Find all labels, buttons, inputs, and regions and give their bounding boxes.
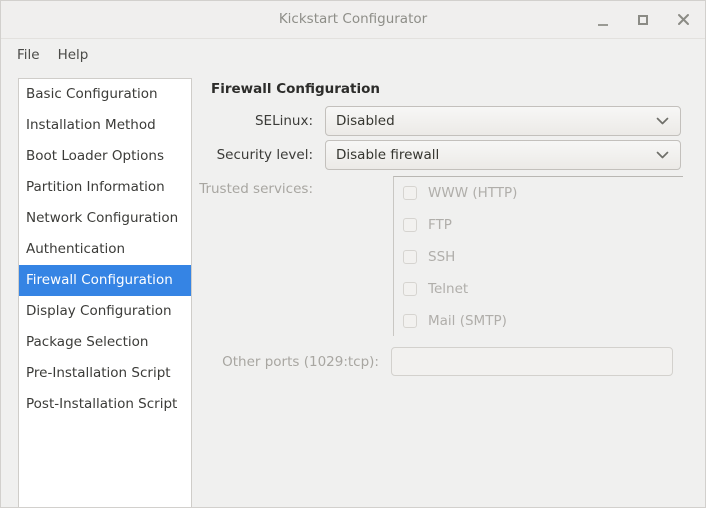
checkbox-ftp[interactable]: [403, 218, 417, 232]
other-ports-label: Other ports (1029:tcp):: [222, 353, 379, 370]
sidebar-item-firewall-configuration[interactable]: Firewall Configuration: [19, 265, 191, 296]
trusted-service-row[interactable]: FTP: [394, 209, 683, 241]
titlebar: Kickstart Configurator: [1, 1, 705, 39]
sidebar-item-basic-configuration[interactable]: Basic Configuration: [19, 79, 191, 110]
window-controls: [591, 1, 695, 38]
trusted-service-label: SSH: [428, 249, 456, 265]
other-ports-row: Other ports (1029:tcp):: [193, 347, 705, 376]
chevron-down-icon: [656, 117, 669, 125]
selinux-label: SELinux:: [254, 113, 313, 129]
sidebar-item-installation-method[interactable]: Installation Method: [19, 110, 191, 141]
trusted-service-row[interactable]: WWW (HTTP): [394, 177, 683, 209]
trusted-service-label: WWW (HTTP): [428, 185, 518, 201]
sidebar-item-pre-installation-script[interactable]: Pre-Installation Script: [19, 358, 191, 389]
section-list[interactable]: Basic Configuration Installation Method …: [18, 78, 192, 507]
security-level-label: Security level:: [216, 147, 313, 163]
chevron-down-icon: [656, 151, 669, 159]
checkbox-www-http[interactable]: [403, 186, 417, 200]
trusted-service-row[interactable]: Mail (SMTP): [394, 305, 683, 337]
trusted-service-row[interactable]: SSH: [394, 241, 683, 273]
other-ports-input[interactable]: [391, 347, 673, 376]
menu-file[interactable]: File: [8, 43, 49, 67]
minimize-button[interactable]: [591, 8, 615, 32]
content-area: Basic Configuration Installation Method …: [1, 71, 705, 507]
trusted-service-row[interactable]: Telnet: [394, 273, 683, 305]
checkbox-ssh[interactable]: [403, 250, 417, 264]
menubar: File Help: [1, 39, 705, 71]
checkbox-telnet[interactable]: [403, 282, 417, 296]
security-level-row: Security level: Disable firewall: [193, 140, 705, 170]
trusted-service-label: Telnet: [428, 281, 469, 297]
sidebar-item-network-configuration[interactable]: Network Configuration: [19, 203, 191, 234]
close-icon: [677, 14, 689, 25]
trusted-service-label: FTP: [428, 217, 452, 233]
checkbox-mail-smtp[interactable]: [403, 314, 417, 328]
firewall-configuration-panel: Firewall Configuration SELinux: Disabled…: [193, 71, 705, 507]
sidebar-item-partition-information[interactable]: Partition Information: [19, 172, 191, 203]
menu-help[interactable]: Help: [49, 43, 98, 67]
trusted-service-label: Mail (SMTP): [428, 313, 507, 329]
sidebar-item-boot-loader-options[interactable]: Boot Loader Options: [19, 141, 191, 172]
sidebar-item-package-selection[interactable]: Package Selection: [19, 327, 191, 358]
sidebar-item-post-installation-script[interactable]: Post-Installation Script: [19, 389, 191, 420]
trusted-services-label: Trusted services:: [199, 181, 313, 197]
maximize-icon: [638, 14, 648, 25]
selinux-row: SELinux: Disabled: [193, 106, 705, 136]
maximize-button[interactable]: [631, 8, 655, 32]
security-level-dropdown[interactable]: Disable firewall: [325, 140, 681, 170]
page-title: Firewall Configuration: [211, 81, 381, 97]
trusted-services-list: WWW (HTTP) FTP SSH Telnet Mail (SMTP): [393, 176, 683, 336]
selinux-dropdown[interactable]: Disabled: [325, 106, 681, 136]
kickstart-configurator-window: Kickstart Configurator File Help Basic C…: [0, 0, 706, 508]
close-button[interactable]: [671, 8, 695, 32]
sidebar-item-display-configuration[interactable]: Display Configuration: [19, 296, 191, 327]
sidebar-item-authentication[interactable]: Authentication: [19, 234, 191, 265]
security-level-value: Disable firewall: [336, 147, 440, 163]
selinux-value: Disabled: [336, 113, 395, 129]
